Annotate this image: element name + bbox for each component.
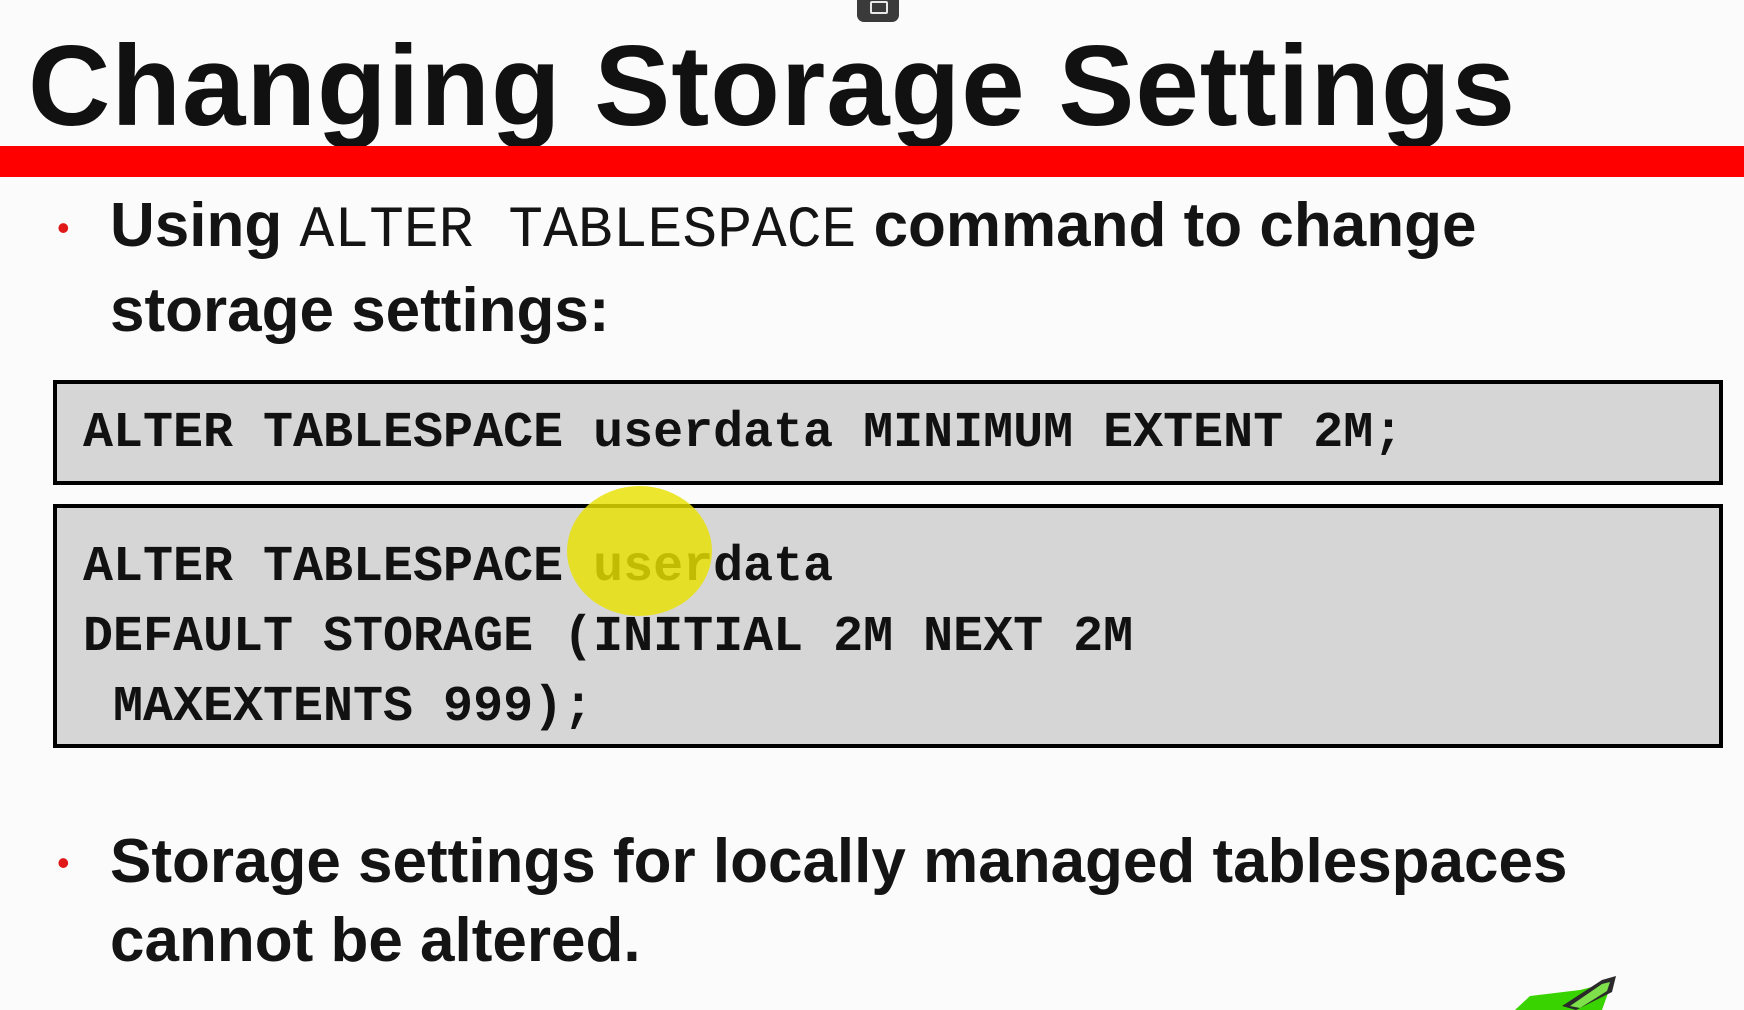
code-line: ALTER TABLESPACE userdata	[83, 539, 834, 596]
bullet-marker: •	[57, 207, 70, 248]
code-block-minimum-extent: ALTER TABLESPACE userdata MINIMUM EXTENT…	[53, 380, 1723, 485]
bullet-text-suffix: command to change	[856, 191, 1477, 260]
code-line: MAXEXTENTS 999);	[83, 679, 594, 736]
bullet-text-prefix: Using	[110, 191, 300, 260]
inline-code: ALTER TABLESPACE	[299, 199, 857, 264]
bullet-text-line1: Storage settings for locally managed tab…	[110, 827, 1568, 896]
code-line: DEFAULT STORAGE (INITIAL 2M NEXT 2M	[83, 609, 1134, 666]
bullet-item-alter-tablespace: Using ALTER TABLESPACE command to change…	[110, 186, 1476, 350]
title-underline-rule	[0, 146, 1744, 177]
bullet-item-locally-managed: Storage settings for locally managed tab…	[110, 822, 1567, 980]
bullet-text-line2: storage settings:	[110, 276, 610, 345]
bullet-marker: •	[57, 842, 70, 883]
slide-title: Changing Storage Settings	[28, 23, 1517, 150]
code-line: ALTER TABLESPACE userdata MINIMUM EXTENT…	[83, 405, 1404, 462]
code-block-default-storage: ALTER TABLESPACE userdata DEFAULT STORAGE…	[53, 504, 1723, 748]
window-restore-icon[interactable]	[857, 0, 899, 22]
bullet-text-line2: cannot be altered.	[110, 906, 641, 975]
rocket-icon	[1515, 976, 1616, 1010]
